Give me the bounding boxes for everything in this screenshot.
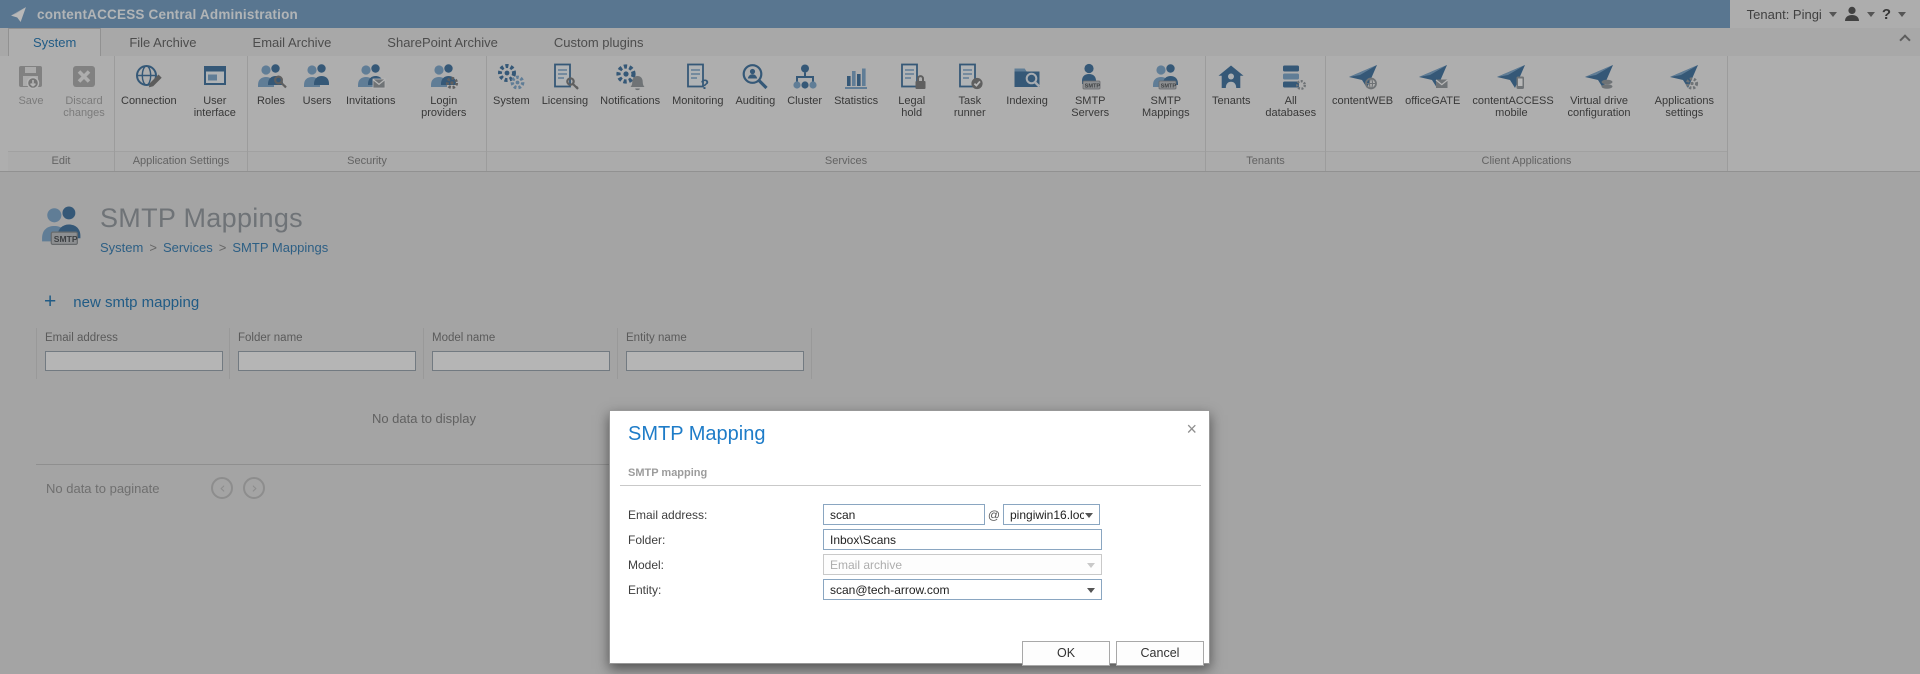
domain-select[interactable]: pingiwin16.loc — [1003, 504, 1100, 525]
chevron-down-icon — [1087, 588, 1095, 593]
chevron-down-icon — [1085, 513, 1093, 518]
entity-select-value: scan@tech-arrow.com — [830, 583, 950, 597]
entity-select[interactable]: scan@tech-arrow.com — [823, 579, 1102, 600]
smtp-mapping-dialog: SMTP Mapping × SMTP mapping Email addres… — [609, 410, 1210, 664]
domain-select-value: pingiwin16.loc — [1010, 508, 1084, 522]
folder-input[interactable] — [823, 529, 1102, 550]
cancel-button[interactable]: Cancel — [1116, 641, 1204, 666]
model-select: Email archive — [823, 554, 1102, 575]
model-select-value: Email archive — [830, 558, 902, 572]
email-address-label: Email address: — [628, 508, 823, 522]
dialog-section-label: SMTP mapping — [628, 467, 707, 479]
email-address-input[interactable] — [823, 504, 985, 525]
model-label: Model: — [628, 558, 823, 572]
ok-button[interactable]: OK — [1022, 641, 1110, 666]
dialog-section-divider — [620, 485, 1201, 486]
folder-label: Folder: — [628, 533, 823, 547]
entity-label: Entity: — [628, 583, 823, 597]
at-sign: @ — [985, 508, 1003, 522]
close-icon[interactable]: × — [1186, 419, 1197, 440]
dialog-title: SMTP Mapping — [628, 423, 765, 446]
chevron-down-icon — [1087, 563, 1095, 568]
